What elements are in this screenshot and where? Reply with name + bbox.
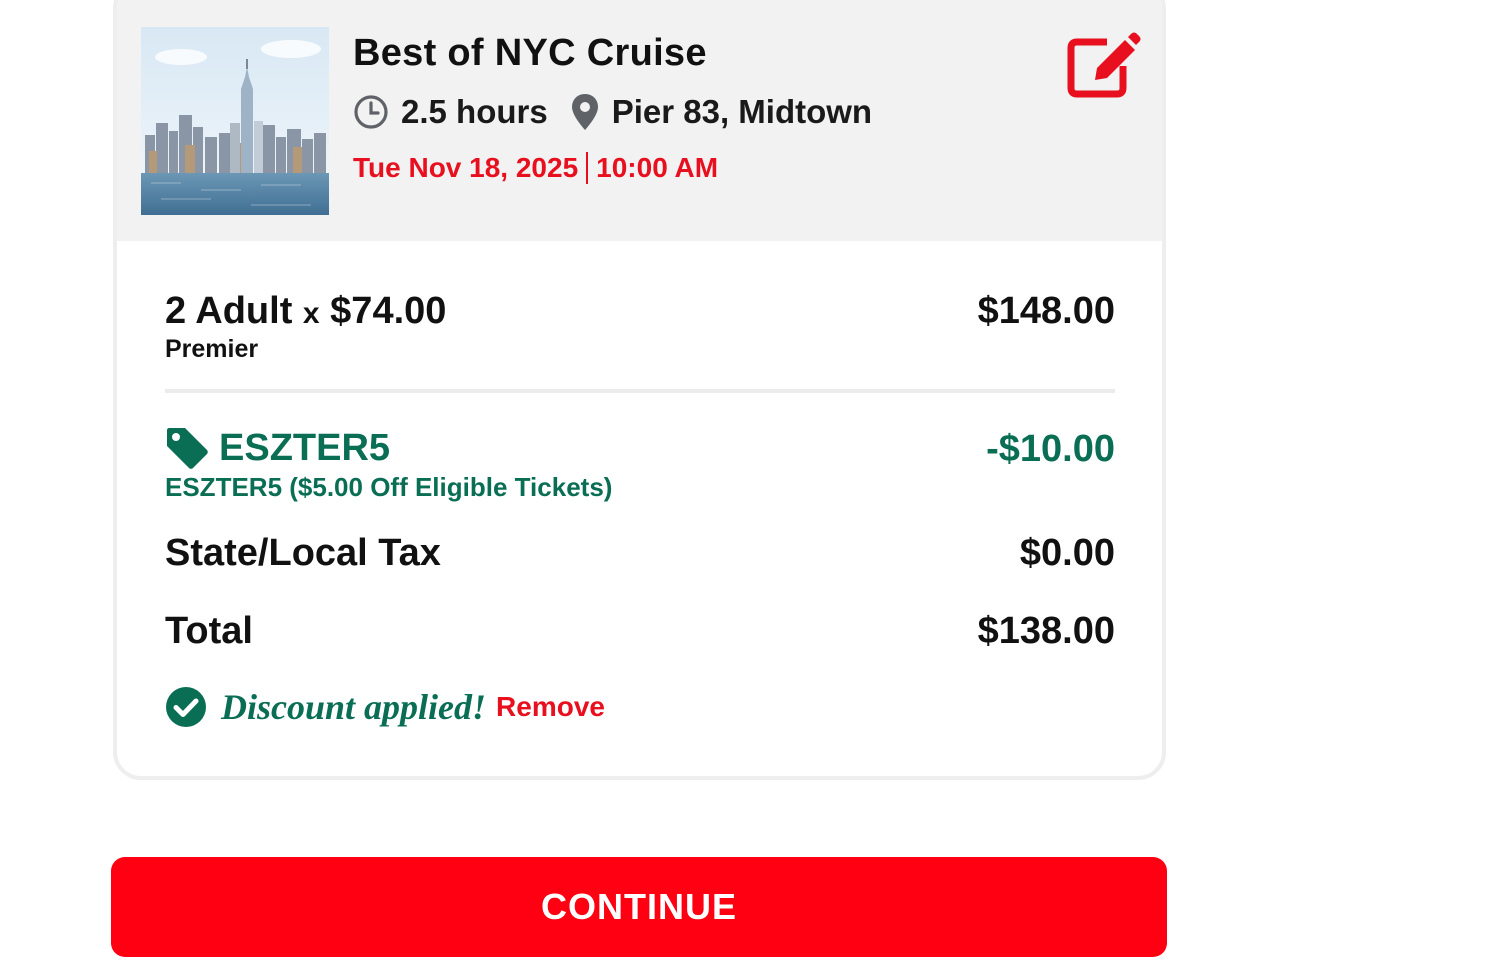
tour-meta: 2.5 hours Pier 83, Midtown xyxy=(353,89,872,135)
tour-duration: 2.5 hours xyxy=(401,93,548,130)
tickets-line-item: 2 Adult x $74.00 Premier $148.00 xyxy=(165,290,1115,364)
total-line-item: Total $138.00 xyxy=(165,610,1115,653)
tax-amount: $0.00 xyxy=(1019,532,1115,574)
discount-status: Discount applied! Remove xyxy=(165,686,605,728)
times-sign: x xyxy=(302,297,320,330)
ticket-tier: Premier xyxy=(165,335,259,363)
tour-thumbnail xyxy=(141,27,329,215)
total-label: Total xyxy=(165,610,253,652)
order-summary-card: Best of NYC Cruise 2.5 hours Pier 83, Mi… xyxy=(113,0,1166,780)
edit-icon xyxy=(1067,32,1141,98)
tickets-amount: $148.00 xyxy=(977,290,1115,332)
check-circle-icon xyxy=(165,686,207,728)
promo-head: ESZTER5 xyxy=(165,426,1115,470)
tour-title: Best of NYC Cruise xyxy=(353,32,707,74)
promo-amount: -$10.00 xyxy=(986,428,1115,470)
tour-time: 10:00 AM xyxy=(596,152,719,183)
date-separator xyxy=(586,152,589,184)
discount-applied-message: Discount applied! xyxy=(221,687,487,727)
remove-discount-link[interactable]: Remove xyxy=(496,691,605,723)
nyc-skyline-image xyxy=(141,27,329,215)
promo-code: ESZTER5 xyxy=(219,426,391,469)
edit-booking-button[interactable] xyxy=(1067,30,1141,100)
tag-icon xyxy=(165,426,209,470)
tour-datetime: Tue Nov 18, 2025 10:00 AM xyxy=(353,152,718,184)
tax-line-item: State/Local Tax $0.00 xyxy=(165,532,1115,575)
continue-button[interactable]: CONTINUE xyxy=(111,857,1167,957)
tickets-label: 2 Adult x $74.00 xyxy=(165,290,1115,333)
tour-location: Pier 83, Midtown xyxy=(611,93,873,130)
map-pin-icon xyxy=(570,93,600,131)
total-amount: $138.00 xyxy=(977,610,1115,652)
promo-description: ESZTER5 ($5.00 Off Eligible Tickets) xyxy=(165,472,613,502)
ticket-unit-price: $74.00 xyxy=(330,290,447,332)
promo-line-item: ESZTER5 ESZTER5 ($5.00 Off Eligible Tick… xyxy=(165,426,1115,503)
tour-date: Tue Nov 18, 2025 xyxy=(353,152,579,183)
tax-label: State/Local Tax xyxy=(165,532,441,574)
tour-header: Best of NYC Cruise 2.5 hours Pier 83, Mi… xyxy=(117,0,1162,241)
summary-divider xyxy=(165,389,1115,393)
clock-icon xyxy=(353,94,389,130)
ticket-quantity: 2 Adult xyxy=(165,290,293,332)
